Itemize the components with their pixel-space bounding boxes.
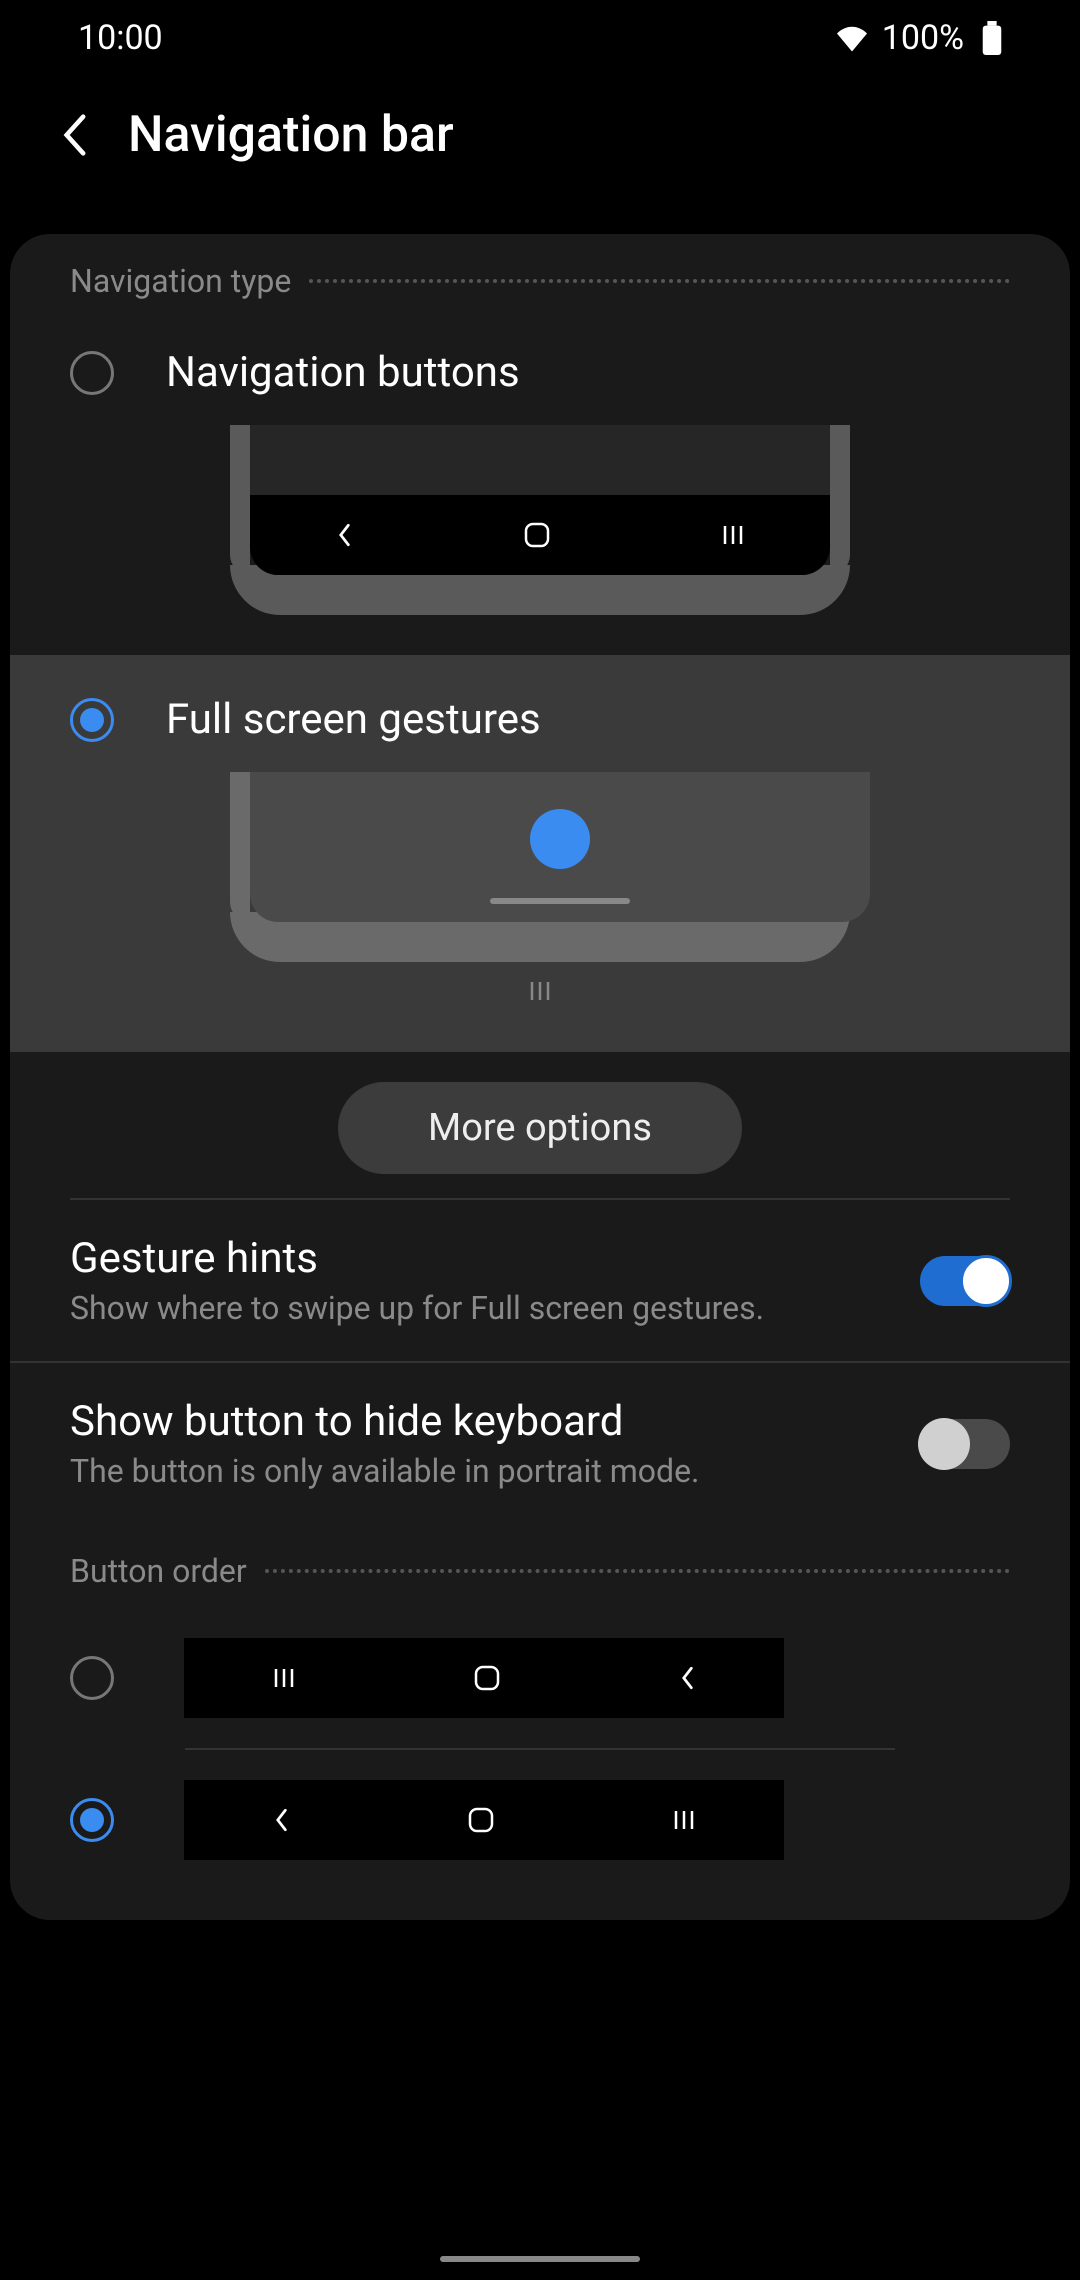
status-bar: 10:00 100% <box>0 0 1080 76</box>
section-label: Navigation type <box>70 262 291 300</box>
option-navigation-buttons[interactable]: Navigation buttons <box>10 318 1070 615</box>
setting-title: Gesture hints <box>70 1234 880 1283</box>
button-order-option-1[interactable] <box>10 1750 1070 1890</box>
recents-icon <box>273 1667 295 1689</box>
recents-icon <box>722 524 744 546</box>
section-navigation-type: Navigation type <box>10 234 1070 318</box>
status-time: 10:00 <box>78 18 163 58</box>
status-battery-text: 100% <box>882 18 964 58</box>
recents-icon <box>673 1809 695 1831</box>
radio-button-order-1[interactable] <box>70 1798 114 1842</box>
settings-card: Navigation type Navigation buttons <box>10 234 1070 1920</box>
battery-icon <box>982 21 1002 55</box>
radio-button-order-0[interactable] <box>70 1656 114 1700</box>
wifi-icon <box>834 24 870 52</box>
preview-full-screen-gestures <box>230 772 850 1002</box>
radio-navigation-buttons[interactable] <box>70 351 114 395</box>
toggle-gesture-hints[interactable] <box>920 1256 1010 1306</box>
recents-icon <box>529 980 551 1002</box>
more-options-row: More options <box>70 1052 1010 1200</box>
back-icon <box>273 1807 289 1833</box>
order-preview-0 <box>184 1638 784 1718</box>
section-button-order: Button order <box>10 1524 1070 1608</box>
radio-full-screen-gestures[interactable] <box>70 698 114 742</box>
setting-subtitle: Show where to swipe up for Full screen g… <box>70 1289 880 1327</box>
toggle-hide-keyboard[interactable] <box>920 1419 1010 1469</box>
status-right: 100% <box>834 18 1002 58</box>
home-icon <box>524 522 550 548</box>
setting-hide-keyboard[interactable]: Show button to hide keyboard The button … <box>10 1363 1070 1524</box>
gesture-dot-icon <box>530 809 590 869</box>
setting-title: Show button to hide keyboard <box>70 1397 880 1446</box>
more-options-button[interactable]: More options <box>338 1082 742 1174</box>
system-gesture-handle[interactable] <box>440 2256 640 2262</box>
dotted-divider <box>309 279 1010 283</box>
button-order-option-0[interactable] <box>10 1608 1070 1748</box>
header: Navigation bar <box>0 76 1080 204</box>
preview-navigation-buttons <box>230 425 850 615</box>
page-title: Navigation bar <box>128 106 454 164</box>
option-full-screen-gestures[interactable]: Full screen gestures <box>10 655 1070 1052</box>
back-icon <box>336 522 352 548</box>
back-button[interactable] <box>60 113 88 157</box>
home-icon <box>474 1665 500 1691</box>
home-icon <box>468 1807 494 1833</box>
setting-gesture-hints[interactable]: Gesture hints Show where to swipe up for… <box>10 1200 1070 1363</box>
setting-subtitle: The button is only available in portrait… <box>70 1452 880 1490</box>
dotted-divider <box>265 1569 1010 1573</box>
gesture-hint-line <box>490 898 630 904</box>
option-label: Full screen gestures <box>166 695 541 744</box>
back-icon <box>679 1665 695 1691</box>
section-label: Button order <box>70 1552 247 1590</box>
option-label: Navigation buttons <box>166 348 520 397</box>
order-preview-1 <box>184 1780 784 1860</box>
